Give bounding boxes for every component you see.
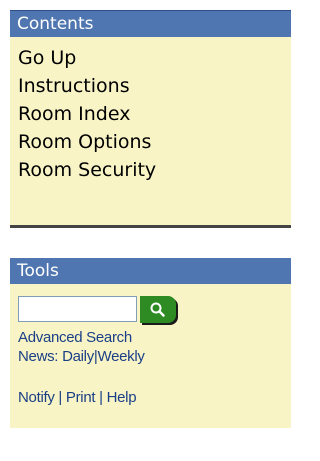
news-label: News: [18,348,59,365]
tools-header: Tools [10,258,291,284]
contents-divider [10,225,291,228]
search-button[interactable] [140,296,176,323]
news-line: News: Daily|Weekly [18,347,145,367]
print-link[interactable]: Print [66,389,96,406]
contents-panel: Contents Go Up Instructions Room Index R… [10,10,291,228]
notify-link[interactable]: Notify [18,389,55,406]
news-weekly-link[interactable]: Weekly [98,348,145,365]
help-link[interactable]: Help [107,389,137,406]
contents-item-room-options[interactable]: Room Options [18,128,291,156]
search-icon [150,302,165,317]
advanced-search-line: Advanced Search [18,328,132,348]
footer-separator-1: | [58,389,63,406]
contents-item-instructions[interactable]: Instructions [18,72,291,100]
contents-item-room-index[interactable]: Room Index [18,100,291,128]
search-input[interactable] [18,296,137,322]
tools-panel: Tools Advanced Search News: Daily|Weekly… [10,258,291,428]
footer-links: Notify | Print | Help [18,388,137,408]
contents-item-room-security[interactable]: Room Security [18,156,291,184]
advanced-search-link[interactable]: Advanced Search [18,329,132,346]
contents-list: Go Up Instructions Room Index Room Optio… [10,37,291,184]
footer-separator-2: | [99,389,103,406]
contents-header: Contents [10,10,291,37]
news-daily-link[interactable]: Daily [62,348,94,365]
search-row [18,296,193,326]
contents-item-go-up[interactable]: Go Up [18,44,291,72]
